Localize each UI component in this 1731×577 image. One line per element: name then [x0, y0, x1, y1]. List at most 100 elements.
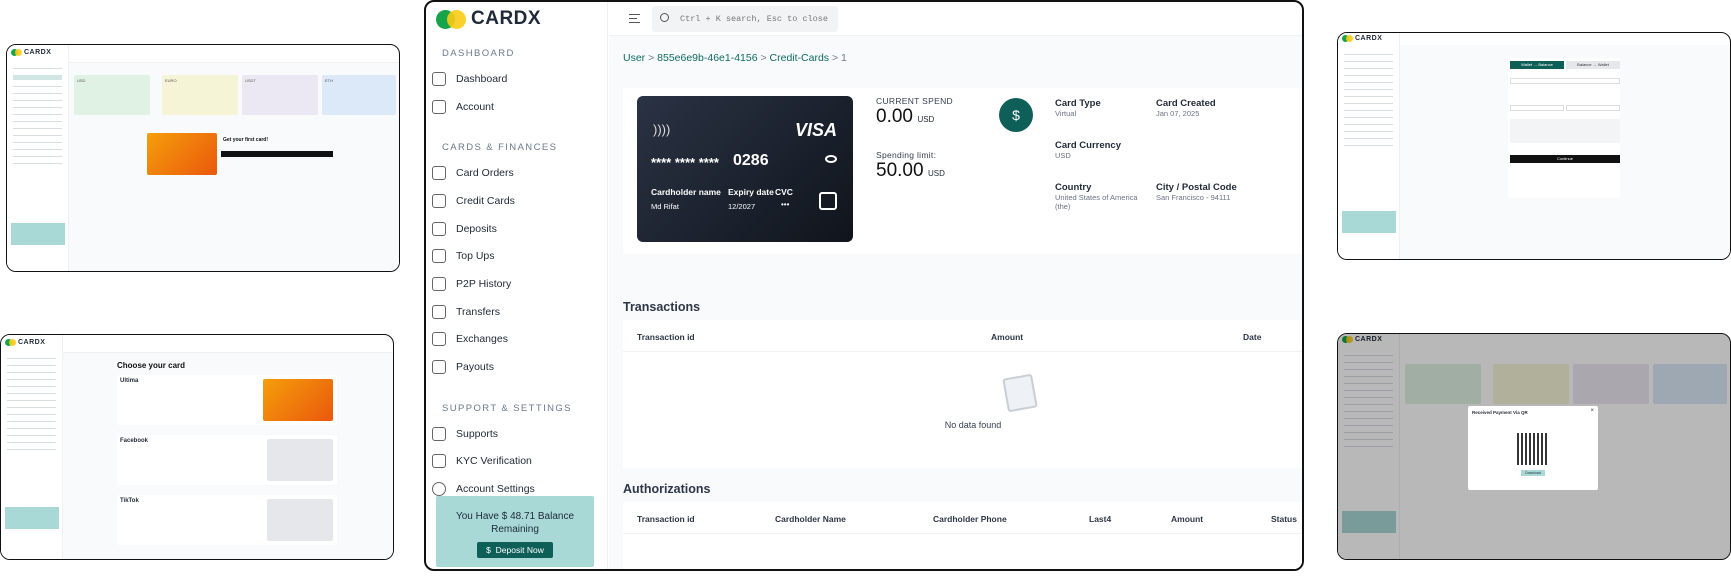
brand-logo[interactable]: CARDX: [436, 8, 607, 30]
current-spend-value: 0.00: [876, 106, 913, 127]
mini-sidebar-2: CARDX: [1, 335, 63, 559]
coin-stack-icon: [432, 249, 446, 264]
col-amount: Amount: [991, 332, 1024, 342]
mini-tab-wallet-balance[interactable]: Wallet → Balance: [1510, 61, 1564, 69]
eye-icon[interactable]: [825, 155, 837, 163]
sidebar-item-p2p-history[interactable]: P2P History: [426, 270, 607, 298]
sidebar-item-label: Account: [456, 100, 494, 113]
close-icon[interactable]: ×: [1590, 408, 1594, 414]
mini-card-image: [147, 133, 217, 175]
balance-box: You Have $ 48.71 Balance Remaining $ Dep…: [436, 496, 594, 567]
breadcrumb-user-id[interactable]: 855e6e9b-46e1-4156: [657, 52, 757, 64]
sidebar-item-label: Card Orders: [456, 167, 514, 180]
sidebar-item-label: Transfers: [456, 305, 500, 318]
mini-modal-title: Received Payment Via QR: [1472, 410, 1528, 415]
breadcrumb-user[interactable]: User: [623, 52, 645, 64]
mini-qr-modal: Received Payment Via QR × Download: [1468, 406, 1598, 490]
spend-info: CURRENT SPEND 0.00 USD Spending limit: 5…: [876, 96, 953, 182]
sidebar-item-label: Top Ups: [456, 250, 495, 263]
sidebar-item-label: KYC Verification: [456, 455, 532, 468]
sidebar-item-kyc[interactable]: KYC Verification: [426, 448, 607, 476]
authorizations-table: Transaction id Cardholder Name Cardholde…: [623, 502, 1302, 569]
search-icon: [660, 13, 669, 22]
search-input[interactable]: Ctrl + K search, Esc to close: [652, 6, 838, 32]
mini-asset-eth[interactable]: ETH: [322, 75, 396, 115]
sidebar-item-label: Account Settings: [456, 483, 535, 496]
col-transaction-id: Transaction id: [637, 332, 695, 342]
preview-qr-modal: CARDX Received Payment Via QR × Download: [1337, 333, 1731, 560]
main-window: CARDX DASHBOARD Dashboard Account CARDS …: [424, 0, 1304, 571]
spending-limit-value: 50.00: [876, 160, 924, 181]
transactions-title: Transactions: [623, 300, 701, 314]
country-block: Country United States of America (the): [1055, 182, 1151, 211]
mini-card-tiktok[interactable]: TikTok: [117, 495, 337, 545]
mini-get-card-button[interactable]: [221, 151, 333, 157]
headset-icon: [432, 426, 446, 441]
sidebar-item-credit-cards[interactable]: Credit Cards: [426, 187, 607, 215]
sidebar-item-label: Credit Cards: [456, 194, 515, 207]
currency-label: USD: [917, 115, 935, 124]
brand-name: CARDX: [471, 8, 542, 29]
currency-label-2: USD: [928, 169, 945, 178]
sidebar-item-exchanges[interactable]: Exchanges: [426, 326, 607, 354]
col-auth-amount: Amount: [1171, 514, 1204, 524]
sidebar-item-supports[interactable]: Supports: [426, 420, 607, 448]
virtual-card: )))) VISA **** **** **** 0286 Cardholder…: [637, 96, 853, 242]
logo-circle-yellow-icon: [447, 9, 466, 29]
gear-icon: [432, 482, 446, 497]
col-status: Status: [1271, 514, 1297, 524]
card-details-panel: )))) VISA **** **** **** 0286 Cardholder…: [623, 88, 1302, 254]
city-label: City / Postal Code: [1156, 182, 1237, 193]
col-auth-transaction-id: Transaction id: [637, 514, 695, 524]
menu-toggle-icon[interactable]: [629, 14, 640, 23]
mini-asset-usdt[interactable]: USDT: [242, 75, 318, 115]
sidebar-section-dashboard: DASHBOARD: [442, 48, 515, 59]
mini-tab-balance-wallet[interactable]: Balance → Wallet: [1566, 61, 1620, 69]
col-last4: Last4: [1089, 514, 1112, 524]
sidebar-item-label: P2P History: [456, 277, 512, 290]
deposit-now-button[interactable]: $ Deposit Now: [477, 542, 553, 558]
mini-asset-euro[interactable]: EURO: [162, 75, 238, 115]
mini-card-facebook[interactable]: Facebook: [117, 435, 337, 485]
sidebar-item-label: Payouts: [456, 361, 494, 374]
sidebar-item-top-ups[interactable]: Top Ups: [426, 242, 607, 270]
country-value: United States of America (the): [1055, 193, 1138, 211]
wallet-icon: [432, 99, 446, 114]
sidebar-section-support: SUPPORT & SETTINGS: [442, 402, 572, 414]
expiry-value: 12/2027: [728, 202, 756, 211]
chip-icon: [819, 192, 837, 210]
card-created-block: Card Created Jan 07, 2025: [1156, 98, 1266, 118]
breadcrumb-section[interactable]: Credit-Cards: [770, 52, 830, 64]
card-type-block: Card Type Virtual: [1055, 98, 1145, 118]
exchange-icon: [432, 332, 446, 347]
cvc-label: CVC: [775, 187, 793, 197]
preview-transfer: CARDX Wallet → Balance Balance → Wallet …: [1337, 32, 1731, 260]
preview-choose-card: CARDX Choose your card Ultima Facebook T…: [0, 334, 394, 560]
mini-choose-title: Choose your card: [117, 361, 186, 370]
sidebar-item-deposits[interactable]: Deposits: [426, 215, 607, 243]
mini-card-ultima[interactable]: Ultima: [117, 375, 337, 425]
sidebar-item-label: Exchanges: [456, 333, 508, 346]
empty-clipboard-icon: [1002, 373, 1038, 413]
mini-asset-usd[interactable]: USD: [74, 75, 150, 115]
sidebar-item-payouts[interactable]: Payouts: [426, 353, 607, 381]
balance-text: You Have $ 48.71 Balance Remaining: [455, 511, 575, 535]
city-block: City / Postal Code San Francisco - 94111: [1156, 182, 1266, 202]
sidebar-item-account[interactable]: Account: [426, 93, 607, 121]
credit-card-icon: [432, 193, 446, 208]
mini-sidebar: CARDX: [7, 45, 69, 271]
sidebar-item-transfers[interactable]: Transfers: [426, 298, 607, 326]
mini-download-button[interactable]: Download: [1521, 470, 1545, 476]
sidebar-item-label: Dashboard: [456, 72, 508, 85]
mini-continue-button[interactable]: Continue: [1510, 155, 1620, 163]
main-content: User > 855e6e9b-46e1-4156 > Credit-Cards…: [609, 36, 1302, 569]
card-created-value: Jan 07, 2025: [1156, 109, 1200, 118]
arrows-icon: [432, 304, 446, 319]
bank-icon: [432, 221, 446, 236]
current-spend-label: CURRENT SPEND: [876, 96, 953, 106]
grid-icon: [432, 71, 446, 86]
contactless-icon: )))): [653, 122, 671, 137]
sidebar-item-label: Deposits: [456, 222, 497, 235]
sidebar-item-dashboard[interactable]: Dashboard: [426, 65, 607, 93]
sidebar-item-card-orders[interactable]: Card Orders: [426, 159, 607, 187]
